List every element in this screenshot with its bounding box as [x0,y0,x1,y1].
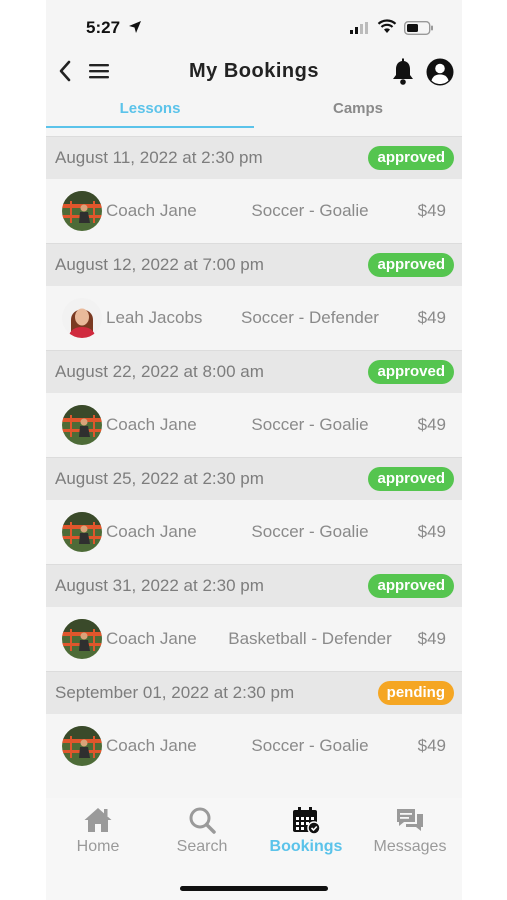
price: $49 [417,736,446,755]
status-badge: approved [368,146,454,170]
booking-row[interactable]: Coach Jane Soccer - Goalie $49 [46,714,462,778]
status-time: 5:27 [86,18,121,37]
booking-date: August 31, 2022 at 2:30 pm [55,576,264,595]
status-badge: approved [368,360,454,384]
nav-home-label: Home [76,838,120,855]
booking-date-header: August 25, 2022 at 2:30 pm approved [46,457,462,500]
session-type: Soccer - Goalie [251,736,369,755]
user-profile-icon[interactable] [426,58,454,86]
price: $49 [417,629,446,648]
booking-row[interactable]: Coach Jane Basketball - Defender $49 [46,607,462,671]
messages-icon [397,809,423,831]
nav-search[interactable]: Search [150,806,254,862]
home-icon [84,808,112,832]
nav-search-label: Search [176,838,228,855]
booking-date-header: September 01, 2022 at 2:30 pm pending [46,671,462,714]
price: $49 [417,308,446,327]
booking-row[interactable]: Coach Jane Soccer - Goalie $49 [46,179,462,243]
booking-row[interactable]: Leah Jacobs Soccer - Defender $49 [46,286,462,350]
booking-date: August 11, 2022 at 2:30 pm [55,148,263,167]
session-type: Soccer - Goalie [251,415,369,434]
nav-bookings[interactable]: Bookings [254,806,358,862]
price: $49 [417,201,446,220]
bottom-nav: Home Search Bookings Messages [46,798,462,900]
booking-date: September 01, 2022 at 2:30 pm [55,683,295,702]
nav-bookings-label: Bookings [269,838,343,855]
booking-date-header: August 12, 2022 at 7:00 pm approved [46,243,462,286]
booking-date: August 12, 2022 at 7:00 pm [55,255,264,274]
session-type: Basketball - Defender [228,629,392,648]
status-badge: approved [368,467,454,491]
status-badge: approved [368,253,454,277]
nav-messages-label: Messages [373,838,447,855]
booking-date-header: August 22, 2022 at 8:00 am approved [46,350,462,393]
booking-date-header: August 31, 2022 at 2:30 pm approved [46,564,462,607]
session-type: Soccer - Defender [241,308,379,327]
price: $49 [417,415,446,434]
tab-bar: Lessons Camps [46,92,462,136]
price: $49 [417,522,446,541]
nav-messages[interactable]: Messages [358,806,462,862]
tab-camps[interactable]: Camps [254,92,462,128]
wifi-icon [377,19,397,33]
status-badge: approved [368,574,454,598]
booking-row[interactable]: Coach Jane Soccer - Goalie $49 [46,500,462,564]
session-type: Soccer - Goalie [251,201,369,220]
bell-icon[interactable] [390,58,416,86]
phone-screen: 5:27 My Bookings Lessons Camps August 11… [46,0,462,900]
header: My Bookings [46,52,462,92]
booking-date: August 22, 2022 at 8:00 am [55,362,264,381]
status-badge: pending [377,681,454,705]
nav-home[interactable]: Home [46,806,150,862]
search-icon [189,807,216,834]
booking-date: August 25, 2022 at 2:30 pm [55,469,264,488]
home-indicator [180,886,328,891]
signal-icon [350,22,368,34]
booking-date-header: August 11, 2022 at 2:30 pm approved [46,136,462,179]
status-bar: 5:27 [46,0,462,52]
tab-lessons[interactable]: Lessons [46,92,254,128]
booking-row[interactable]: Coach Jane Soccer - Goalie $49 [46,393,462,457]
battery-icon [404,21,433,35]
location-arrow-icon [129,21,141,33]
bookings-list: August 11, 2022 at 2:30 pm approved Coach … [46,136,462,778]
session-type: Soccer - Goalie [251,522,369,541]
calendar-icon [293,807,321,834]
